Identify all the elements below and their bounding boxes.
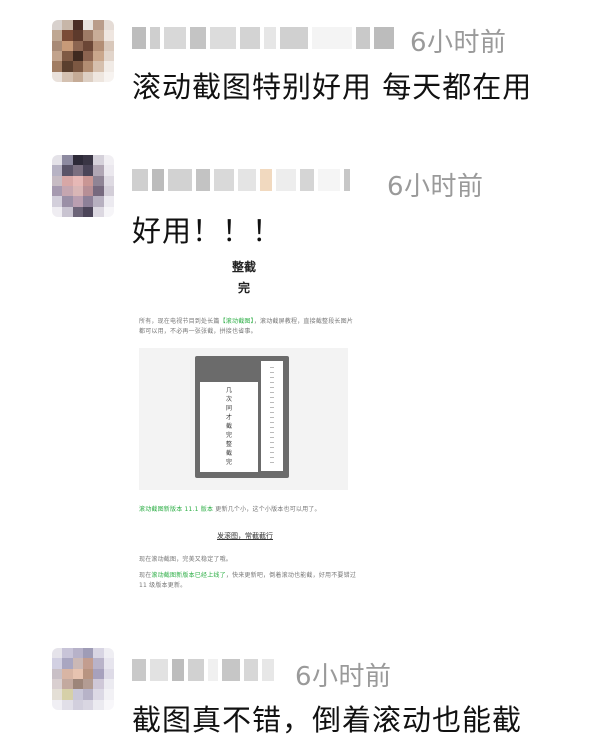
comment-image[interactable]: 整截完 所有，现在电视节目到处长篇【滚动截图】，滚动截屏教程，直接截整段长图片都… xyxy=(132,245,364,595)
paragraph-highlight: 【滚动截图】 xyxy=(219,318,254,325)
image-paragraph: 所有，现在电视节目到处长篇【滚动截图】，滚动截屏教程，直接截整段长图片都可以用，… xyxy=(139,317,357,337)
comment-text: 截图真不错，倒着滚动也能截 xyxy=(132,703,523,737)
avatar[interactable] xyxy=(52,20,114,82)
caption-highlight: 滚动截图新版本 11.1 版本 xyxy=(139,506,214,513)
comment-time: 6小时前 xyxy=(387,172,484,202)
avatar[interactable] xyxy=(52,155,114,217)
image-caption: 滚动截图新版本 11.1 版本 更新几个小，这个小版本也可以用了。 xyxy=(139,505,357,515)
paragraph-text: 所有，现在电视节目到处长篇 xyxy=(139,318,220,325)
comment-time: 6小时前 xyxy=(295,662,392,692)
avatar[interactable] xyxy=(52,648,114,710)
comment-text: 滚动截图特别好用 每天都在用 xyxy=(132,70,533,104)
caption-text: 更新几个小，这个小版本也可以用了。 xyxy=(215,506,321,513)
image-demo-panel: 几次同才截完整截完 xyxy=(139,348,348,490)
paragraph-text: 现在 xyxy=(139,572,152,579)
image-title: 整截完 xyxy=(232,260,257,295)
image-link[interactable]: 发滚图，常截截行 xyxy=(217,531,273,541)
username-blurred[interactable] xyxy=(132,26,394,50)
phone-text: 几次同才截完整截完 xyxy=(225,387,232,466)
phone-mockup: 几次同才截完整截完 xyxy=(195,356,289,478)
comment-time: 6小时前 xyxy=(410,28,507,58)
paragraph-highlight: 滚动截图新版本已经上线了 xyxy=(151,572,226,579)
image-paragraph: 现在滚动截图新版本已经上线了，快来更新吧，倒着滚动也能截，好用不要错过 11 级… xyxy=(139,571,357,591)
username-blurred[interactable] xyxy=(132,658,274,682)
long-screenshot-strip xyxy=(261,361,283,471)
username-blurred[interactable] xyxy=(132,168,350,192)
comment-text: 好用！！！ xyxy=(132,214,283,248)
image-paragraph: 现在滚动截图，完美又稳定了哦。 xyxy=(139,556,233,563)
